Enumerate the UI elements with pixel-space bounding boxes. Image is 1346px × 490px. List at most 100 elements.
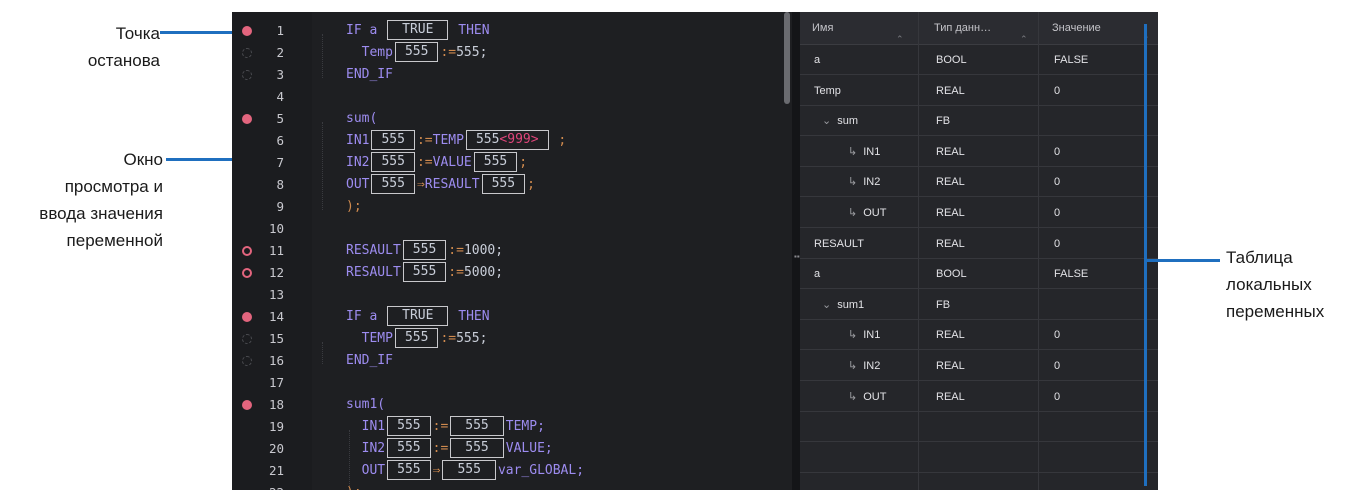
code-line[interactable]: 6 IN1 555:=TEMP 555<999> ; bbox=[232, 130, 792, 152]
table-row[interactable]: ⌄ sum FB bbox=[800, 106, 1158, 137]
value-watch-box[interactable]: 555 bbox=[402, 262, 447, 282]
code-line[interactable]: 13 bbox=[232, 284, 792, 306]
chevron-down-icon[interactable]: ⌄ bbox=[822, 299, 831, 311]
cell-type: REAL bbox=[936, 329, 965, 342]
line-number: 8 bbox=[276, 177, 284, 192]
chevron-down-icon[interactable]: ⌄ bbox=[822, 115, 831, 127]
breakpoint-marker[interactable] bbox=[242, 114, 252, 124]
code-line[interactable]: 4 bbox=[232, 86, 792, 108]
cell-value[interactable]: 0 bbox=[1054, 198, 1060, 228]
code-line[interactable]: 1 IF a TRUE THEN bbox=[232, 20, 792, 42]
cell-value[interactable]: 0 bbox=[1054, 229, 1060, 259]
breakpoint-marker[interactable] bbox=[242, 312, 252, 322]
code-line[interactable]: 9); bbox=[232, 196, 792, 218]
cell-name: a bbox=[814, 54, 821, 66]
table-row[interactable]: a BOOL FALSE bbox=[800, 259, 1158, 290]
argument: RESAULT bbox=[424, 177, 480, 192]
cell-value[interactable]: 0 bbox=[1054, 320, 1060, 350]
table-row[interactable]: ↳ IN2 REAL 0 bbox=[800, 167, 1158, 198]
code-line[interactable]: 21 OUT 555 ⇒ 555 var_GLOBAL; bbox=[232, 460, 792, 482]
table-row[interactable] bbox=[800, 473, 1158, 490]
editor-scrollbar[interactable] bbox=[784, 12, 790, 104]
value-watch-box[interactable]: 555 bbox=[450, 416, 504, 436]
table-row[interactable]: ↳ IN1 REAL 0 bbox=[800, 137, 1158, 167]
cell-value[interactable]: 0 bbox=[1054, 167, 1060, 197]
cell-value[interactable]: FALSE bbox=[1054, 45, 1088, 75]
value-watch-box[interactable]: 555 bbox=[387, 416, 431, 436]
breakpoint-marker[interactable] bbox=[242, 356, 252, 366]
column-header-type[interactable]: Тип данн… ⌃ bbox=[922, 12, 1040, 44]
code-editor[interactable]: 1 IF a TRUE THEN 2 Temp 555:=555; 3 END_IF 4 5 s… bbox=[232, 12, 792, 490]
code-line[interactable]: 22); bbox=[232, 482, 792, 490]
code-line[interactable]: 18 sum1( bbox=[232, 394, 792, 416]
breakpoint-marker[interactable] bbox=[242, 26, 252, 36]
table-row[interactable] bbox=[800, 412, 1158, 443]
value-watch-box[interactable]: 555 bbox=[371, 130, 415, 150]
code-line[interactable]: 12 RESAULT 555:=5000; bbox=[232, 262, 792, 284]
column-header-name[interactable]: Имя ⌃ bbox=[800, 12, 918, 44]
table-row[interactable]: ↳ IN1 REAL 0 bbox=[800, 320, 1158, 351]
cell-value[interactable]: 0 bbox=[1054, 137, 1060, 167]
keyword: END_IF bbox=[346, 67, 393, 82]
value-watch-box[interactable]: 555 bbox=[394, 42, 439, 62]
code-line[interactable]: 14 IF a TRUE THEN bbox=[232, 306, 792, 328]
cell-value[interactable]: FALSE bbox=[1054, 259, 1088, 289]
panel-splitter[interactable] bbox=[792, 12, 800, 490]
code-line[interactable]: 19 IN1 555:= 555 TEMP; bbox=[232, 416, 792, 438]
cell-value[interactable]: 0 bbox=[1054, 382, 1060, 412]
code-line[interactable]: 17 bbox=[232, 372, 792, 394]
bracket-line-table bbox=[1144, 24, 1147, 486]
table-row[interactable]: Temp REAL 0 bbox=[800, 76, 1158, 106]
breakpoint-marker[interactable] bbox=[242, 48, 252, 58]
value-watch-box[interactable]: TRUE bbox=[387, 20, 449, 40]
value-watch-box[interactable]: TRUE bbox=[387, 306, 449, 326]
code-line[interactable]: 16 END_IF bbox=[232, 350, 792, 372]
code-line[interactable]: 11 RESAULT 555:=1000; bbox=[232, 240, 792, 262]
code-line[interactable]: 15 TEMP 555:=555; bbox=[232, 328, 792, 350]
code-line[interactable]: 7 IN2 555:=VALUE 555; bbox=[232, 152, 792, 174]
breakpoint-marker[interactable] bbox=[242, 246, 252, 256]
line-number: 16 bbox=[268, 353, 284, 368]
code-line[interactable]: 10 bbox=[232, 218, 792, 240]
table-row[interactable]: ↳ OUT REAL 0 bbox=[800, 198, 1158, 228]
value-watch-box[interactable]: 555 bbox=[387, 438, 431, 458]
table-row[interactable]: ↳ IN2 REAL 0 bbox=[800, 351, 1158, 381]
breakpoint-marker[interactable] bbox=[242, 268, 252, 278]
value-watch-box[interactable]: 555 bbox=[371, 152, 415, 172]
value-watch-box[interactable]: 555 bbox=[402, 240, 447, 260]
value-watch-box[interactable]: 555 bbox=[442, 460, 496, 480]
variable: Temp bbox=[361, 45, 393, 60]
value-watch-box[interactable]: 555 bbox=[450, 438, 504, 458]
value-watch-box[interactable]: 555<999> bbox=[465, 130, 549, 150]
code-line[interactable]: 8 OUT 555 ⇒RESAULT 555; bbox=[232, 174, 792, 196]
breakpoint-marker[interactable] bbox=[242, 400, 252, 410]
cell-type: REAL bbox=[936, 207, 965, 219]
code-text: RESAULT 555:=1000; bbox=[346, 240, 503, 262]
cell-name: ↳ IN1 bbox=[848, 145, 881, 158]
cell-value[interactable]: 0 bbox=[1054, 76, 1060, 106]
column-header-value[interactable]: Значение ⌃ bbox=[1040, 12, 1158, 44]
code-line[interactable]: 3 END_IF bbox=[232, 64, 792, 86]
value-watch-box[interactable]: 555 bbox=[394, 328, 439, 348]
value-watch-box[interactable]: 555 bbox=[473, 152, 518, 172]
table-row[interactable]: ⌄ sum1 FB bbox=[800, 290, 1158, 320]
leader-line-breakpoint bbox=[160, 31, 240, 34]
code-line[interactable]: 5 sum( bbox=[232, 108, 792, 130]
child-arrow-icon: ↳ bbox=[848, 329, 858, 342]
table-row[interactable]: a BOOL FALSE bbox=[800, 45, 1158, 75]
breakpoint-marker[interactable] bbox=[242, 70, 252, 80]
code-text: IN2 555:=VALUE 555; bbox=[346, 152, 527, 174]
breakpoint-marker[interactable] bbox=[242, 334, 252, 344]
table-row[interactable] bbox=[800, 443, 1158, 473]
code-line[interactable]: 2 Temp 555:=555; bbox=[232, 42, 792, 64]
value-watch-box[interactable]: 555 bbox=[371, 174, 415, 194]
table-row[interactable]: RESAULT REAL 0 bbox=[800, 229, 1158, 259]
splitter-grip-icon[interactable]: ▪▪ bbox=[794, 252, 800, 261]
cell-value[interactable]: 0 bbox=[1054, 351, 1060, 381]
argument: TEMP; bbox=[505, 419, 545, 434]
code-line[interactable]: 20 IN2 555:= 555 VALUE; bbox=[232, 438, 792, 460]
value-watch-box[interactable]: 555 bbox=[481, 174, 526, 194]
table-row[interactable]: ↳ OUT REAL 0 bbox=[800, 382, 1158, 412]
cell-type: BOOL bbox=[936, 54, 967, 66]
value-watch-box[interactable]: 555 bbox=[387, 460, 431, 480]
